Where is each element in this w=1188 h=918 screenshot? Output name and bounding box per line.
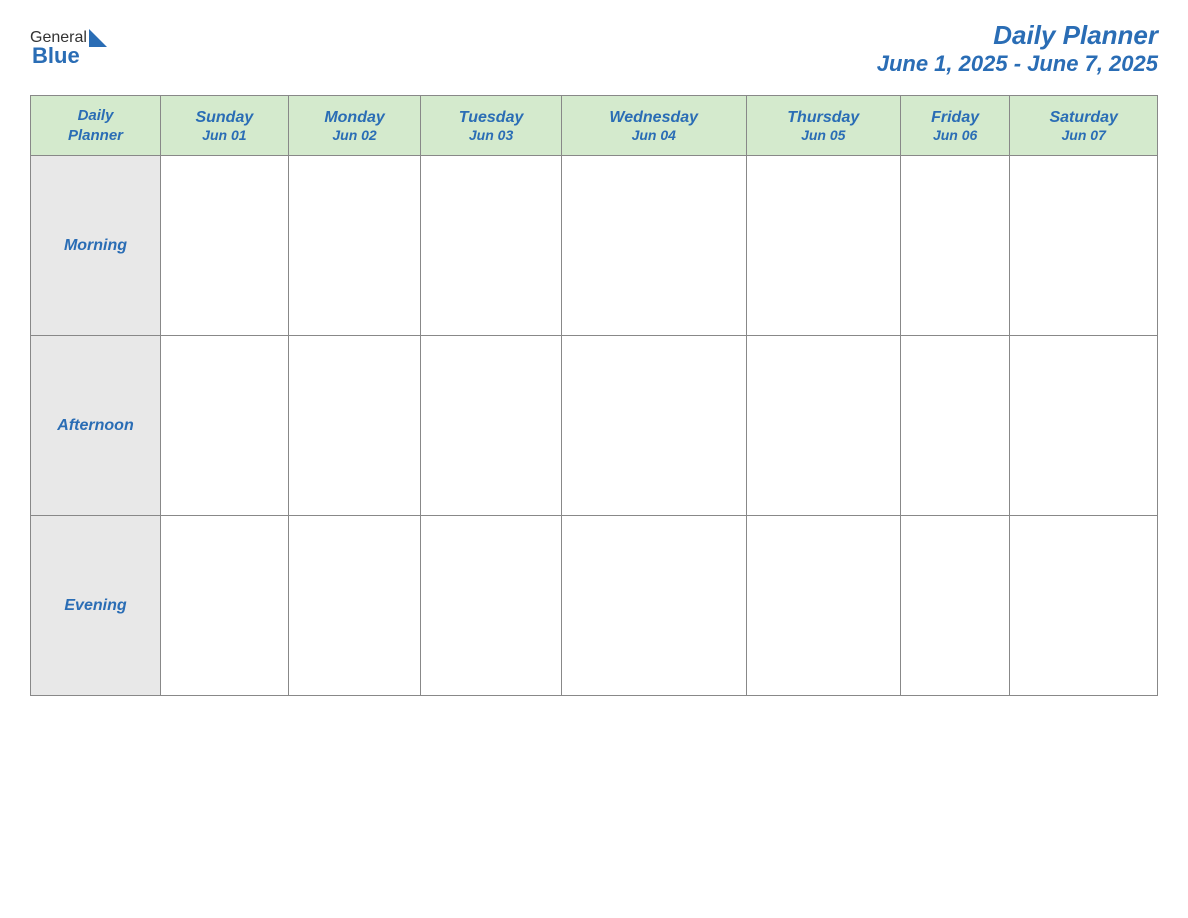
- planner-table: Daily Planner Sunday Jun 01 Monday Jun 0…: [30, 95, 1158, 696]
- logo-blue-text: Blue: [30, 43, 80, 69]
- evening-wednesday-cell[interactable]: [561, 516, 746, 696]
- logo: General Blue: [30, 29, 107, 69]
- logo-triangle-icon: [89, 29, 107, 47]
- day-date-monday: Jun 02: [294, 127, 416, 143]
- col-header-thursday: Thursday Jun 05: [746, 96, 900, 156]
- afternoon-saturday-cell[interactable]: [1010, 336, 1158, 516]
- afternoon-row: Afternoon: [31, 336, 1158, 516]
- page-title: Daily Planner: [877, 20, 1158, 51]
- morning-row: Morning: [31, 156, 1158, 336]
- day-date-friday: Jun 06: [906, 127, 1005, 143]
- evening-label: Evening: [31, 516, 161, 696]
- afternoon-label: Afternoon: [31, 336, 161, 516]
- page-header: General Blue Daily Planner June 1, 2025 …: [30, 20, 1158, 77]
- table-corner-header: Daily Planner: [31, 96, 161, 156]
- morning-label: Morning: [31, 156, 161, 336]
- afternoon-thursday-cell[interactable]: [746, 336, 900, 516]
- afternoon-wednesday-cell[interactable]: [561, 336, 746, 516]
- day-name-thursday: Thursday: [752, 109, 895, 127]
- evening-row: Evening: [31, 516, 1158, 696]
- col-header-wednesday: Wednesday Jun 04: [561, 96, 746, 156]
- morning-tuesday-cell[interactable]: [421, 156, 561, 336]
- table-header-row: Daily Planner Sunday Jun 01 Monday Jun 0…: [31, 96, 1158, 156]
- day-name-wednesday: Wednesday: [567, 109, 741, 127]
- corner-label-line2: Planner: [68, 127, 123, 144]
- col-header-friday: Friday Jun 06: [900, 96, 1010, 156]
- day-date-thursday: Jun 05: [752, 127, 895, 143]
- morning-sunday-cell[interactable]: [161, 156, 289, 336]
- day-date-sunday: Jun 01: [166, 127, 283, 143]
- day-name-saturday: Saturday: [1015, 109, 1152, 127]
- afternoon-sunday-cell[interactable]: [161, 336, 289, 516]
- evening-saturday-cell[interactable]: [1010, 516, 1158, 696]
- afternoon-friday-cell[interactable]: [900, 336, 1010, 516]
- day-name-friday: Friday: [906, 109, 1005, 127]
- col-header-tuesday: Tuesday Jun 03: [421, 96, 561, 156]
- col-header-sunday: Sunday Jun 01: [161, 96, 289, 156]
- evening-friday-cell[interactable]: [900, 516, 1010, 696]
- day-name-tuesday: Tuesday: [426, 109, 555, 127]
- evening-tuesday-cell[interactable]: [421, 516, 561, 696]
- col-header-monday: Monday Jun 02: [288, 96, 421, 156]
- morning-saturday-cell[interactable]: [1010, 156, 1158, 336]
- day-date-wednesday: Jun 04: [567, 127, 741, 143]
- date-range: June 1, 2025 - June 7, 2025: [877, 51, 1158, 77]
- morning-wednesday-cell[interactable]: [561, 156, 746, 336]
- afternoon-monday-cell[interactable]: [288, 336, 421, 516]
- day-date-tuesday: Jun 03: [426, 127, 555, 143]
- title-section: Daily Planner June 1, 2025 - June 7, 202…: [877, 20, 1158, 77]
- day-date-saturday: Jun 07: [1015, 127, 1152, 143]
- col-header-saturday: Saturday Jun 07: [1010, 96, 1158, 156]
- day-name-sunday: Sunday: [166, 109, 283, 127]
- afternoon-tuesday-cell[interactable]: [421, 336, 561, 516]
- evening-thursday-cell[interactable]: [746, 516, 900, 696]
- evening-sunday-cell[interactable]: [161, 516, 289, 696]
- morning-monday-cell[interactable]: [288, 156, 421, 336]
- morning-friday-cell[interactable]: [900, 156, 1010, 336]
- evening-monday-cell[interactable]: [288, 516, 421, 696]
- day-name-monday: Monday: [294, 109, 416, 127]
- corner-label-line1: Daily: [78, 107, 114, 124]
- morning-thursday-cell[interactable]: [746, 156, 900, 336]
